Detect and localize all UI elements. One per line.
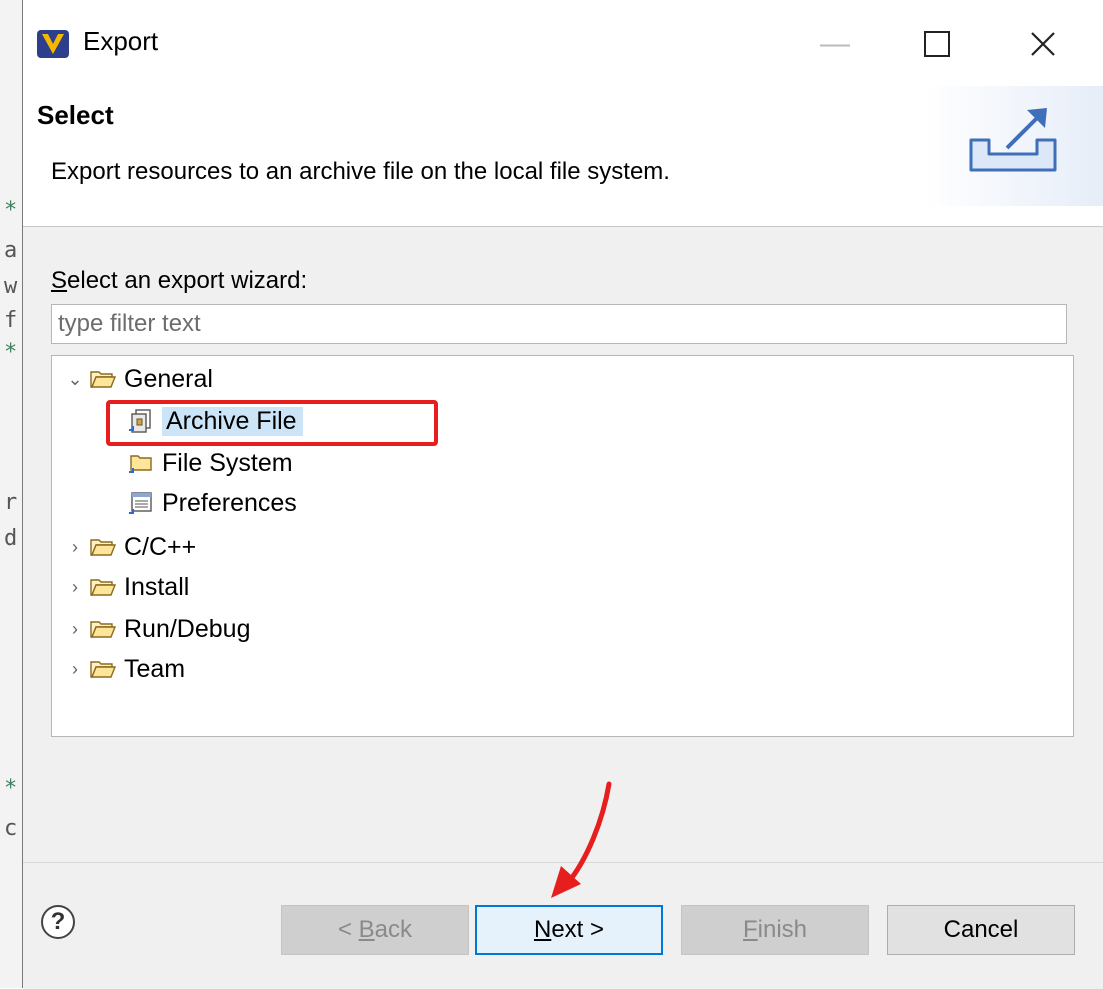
tree-item-general[interactable]: ⌄ General xyxy=(62,360,213,398)
wizard-body: Select an export wizard: ⌄ General Archi… xyxy=(23,227,1103,862)
tree-item-preferences[interactable]: Preferences xyxy=(126,484,297,522)
finish-rest: inish xyxy=(757,916,808,943)
select-wizard-label: Select an export wizard: xyxy=(51,267,307,295)
maximize-button[interactable] xyxy=(907,16,967,72)
folder-open-icon xyxy=(88,535,118,559)
folder-icon xyxy=(126,451,156,475)
help-button[interactable]: ? xyxy=(41,905,75,939)
cancel-button[interactable]: Cancel xyxy=(887,905,1075,955)
tree-item-install[interactable]: › Install xyxy=(62,568,189,606)
close-icon xyxy=(1031,32,1055,56)
chevron-right-icon[interactable]: › xyxy=(62,659,88,680)
next-rest: ext > xyxy=(551,916,605,943)
tree-item-label: Install xyxy=(124,572,190,601)
tree-item-team[interactable]: › Team xyxy=(62,650,185,688)
wizard-tree[interactable]: ⌄ General Archive File File System Prefe… xyxy=(51,355,1074,737)
chevron-down-icon[interactable]: ⌄ xyxy=(62,369,88,390)
background-fragment: * xyxy=(4,340,18,365)
folder-open-icon xyxy=(88,367,118,391)
back-button[interactable]: < Back xyxy=(281,905,469,955)
label-rest: elect an export wizard: xyxy=(67,267,308,294)
next-mnemonic: N xyxy=(533,916,552,943)
back-rest: ack xyxy=(374,916,413,943)
export-banner-icon xyxy=(969,108,1057,172)
chevron-right-icon[interactable]: › xyxy=(62,577,88,598)
wizard-banner: Select Export resources to an archive fi… xyxy=(23,86,1103,227)
maximize-icon xyxy=(924,31,950,57)
minimize-button[interactable]: — xyxy=(805,16,865,72)
folder-open-icon xyxy=(88,617,118,641)
banner-description: Export resources to an archive file on t… xyxy=(51,158,670,185)
folder-open-icon xyxy=(88,657,118,681)
close-button[interactable] xyxy=(1013,16,1073,72)
export-dialog: Export — Select Export resources to an a… xyxy=(22,0,1103,989)
background-fragment: f xyxy=(4,308,18,333)
tree-item-label: General xyxy=(124,364,213,393)
window-title: Export xyxy=(83,26,159,56)
background-fragment: w xyxy=(4,274,18,299)
folder-open-icon xyxy=(88,575,118,599)
background-fragment: c xyxy=(4,816,18,841)
background-fragment: a xyxy=(4,238,18,263)
tree-item-label: Run/Debug xyxy=(124,614,251,643)
label-mnemonic: S xyxy=(51,267,68,294)
background-editor: * a w f * r d * c xyxy=(0,0,22,988)
background-fragment: r xyxy=(4,490,18,515)
tree-item-run-debug[interactable]: › Run/Debug xyxy=(62,610,250,648)
tree-item-label: C/C++ xyxy=(124,532,197,561)
tree-item-label: Team xyxy=(124,654,186,683)
background-fragment: d xyxy=(4,526,18,551)
background-fragment: * xyxy=(4,198,18,223)
annotation-highlight-box xyxy=(106,400,438,446)
finish-mnemonic: F xyxy=(742,916,758,943)
tree-item-file-system[interactable]: File System xyxy=(126,444,293,482)
background-fragment: * xyxy=(4,776,18,801)
tree-item-label: Preferences xyxy=(162,488,297,517)
app-logo-icon xyxy=(37,30,69,58)
next-button[interactable]: Next > xyxy=(475,905,663,955)
wizard-footer: ? < Back Next > Finish Cancel xyxy=(23,862,1103,989)
chevron-right-icon[interactable]: › xyxy=(62,619,88,640)
finish-button[interactable]: Finish xyxy=(681,905,869,955)
back-prefix: < xyxy=(337,916,352,943)
back-mnemonic: B xyxy=(358,916,375,943)
banner-title: Select xyxy=(37,100,114,130)
preferences-icon xyxy=(126,491,156,515)
title-bar: Export — xyxy=(23,0,1103,86)
tree-item-cpp[interactable]: › C/C++ xyxy=(62,528,196,566)
chevron-right-icon[interactable]: › xyxy=(62,537,88,558)
tree-item-label: File System xyxy=(162,448,293,477)
filter-input[interactable] xyxy=(51,304,1067,344)
